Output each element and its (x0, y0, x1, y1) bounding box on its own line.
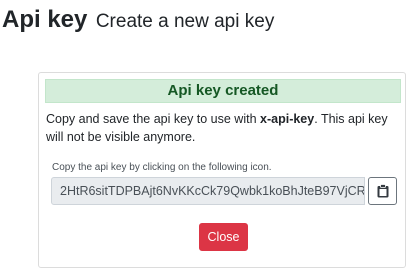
api-key-card: Api key created Copy and save the api ke… (38, 72, 406, 268)
api-key-description: Copy and save the api key to use with x-… (46, 110, 402, 146)
page-header: Api key Create a new api key (2, 6, 274, 34)
copy-hint: Copy the api key by clicking on the foll… (52, 162, 272, 173)
page-title: Api key (2, 6, 88, 33)
clipboard-icon (377, 184, 388, 198)
page-subtitle: Create a new api key (95, 11, 275, 32)
description-text-before: Copy and save the api key to use with (46, 112, 261, 126)
close-button[interactable]: Close (199, 223, 248, 251)
copy-api-key-button[interactable] (368, 177, 397, 205)
header-name: x-api-key (260, 112, 315, 126)
success-alert: Api key created (45, 79, 401, 103)
api-key-field[interactable]: 2HtR6sitTDPBAjt6NvKKcCk79Qwbk1koBhJteB97… (51, 177, 365, 205)
api-key-page: Api key Create a new api key Api key cre… (0, 0, 418, 280)
api-key-input-group: 2HtR6sitTDPBAjt6NvKKcCk79Qwbk1koBhJteB97… (51, 177, 398, 205)
